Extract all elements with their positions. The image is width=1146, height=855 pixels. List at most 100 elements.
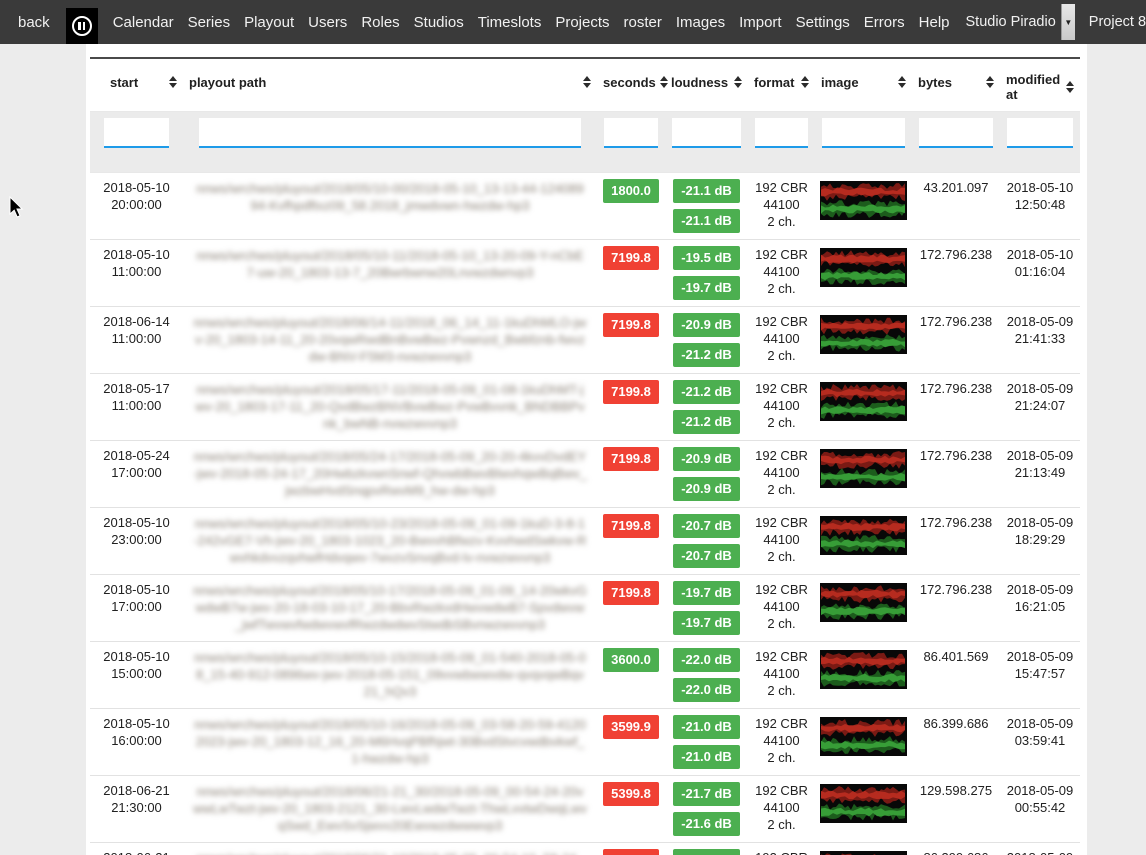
nav-item-roster[interactable]: roster: [624, 14, 662, 31]
waveform-thumbnail: [820, 650, 907, 689]
sort-icon[interactable]: [169, 72, 177, 92]
cell-modified-at: 2018-05-0921:41:33: [1000, 307, 1080, 374]
loudness-badge: -19.7 dB: [673, 276, 740, 300]
chevron-down-icon[interactable]: ▼: [1061, 4, 1075, 40]
loudness-badge: -21.0 dB: [673, 715, 740, 739]
blurred-path-text: nnws/wrchws/pluyout/2018/05/10-17/2018-0…: [185, 581, 595, 634]
blurred-path-text: nnws/wrchws/pluyout/2018/05/10-00/2018-0…: [185, 179, 595, 215]
column-header-image[interactable]: image: [815, 58, 912, 112]
nav-item-import[interactable]: Import: [739, 14, 782, 31]
waveform-thumbnail: [820, 449, 907, 488]
cell-modified-at: 2018-05-1001:16:04: [1000, 240, 1080, 307]
loudness-badge: -21.2 dB: [673, 343, 740, 367]
cell-modified-at: 2018-05-0921:24:07: [1000, 374, 1080, 441]
nav-item-images[interactable]: Images: [676, 14, 725, 31]
filter-input-loudness[interactable]: [672, 118, 741, 148]
cell-format: 192 CBR441002 ch.: [748, 441, 815, 508]
sort-icon[interactable]: [1066, 77, 1074, 97]
blurred-path-text: nnws/wrchws/pluyout/2018/05/17-11/2018-0…: [185, 380, 595, 433]
sort-icon[interactable]: [801, 72, 809, 92]
cell-seconds: 7199.8: [597, 441, 665, 508]
filter-input-image[interactable]: [822, 118, 905, 148]
cell-playout-path: nnws/wrchws/pluyout/2018/05/17-11/2018-0…: [183, 374, 597, 441]
cell-image: [815, 575, 912, 642]
sort-icon[interactable]: [734, 72, 742, 92]
column-header-modified[interactable]: modified at: [1000, 58, 1080, 112]
table-header-row: startplayout path seconds loudness formatim…: [90, 58, 1080, 112]
sort-icon[interactable]: [660, 72, 668, 92]
table-row: 2018-05-1023:00:00nnws/wrchws/pluyout/20…: [90, 508, 1080, 575]
nav-item-users[interactable]: Users: [308, 14, 347, 31]
loudness-badge: -20.7 dB: [673, 514, 740, 538]
filter-input-bytes[interactable]: [919, 118, 993, 148]
loudness-badge: -22.0 dB: [673, 648, 740, 672]
waveform-thumbnail: [820, 382, 907, 421]
nav-item-roles[interactable]: Roles: [361, 14, 399, 31]
nav-item-series[interactable]: Series: [188, 14, 231, 31]
column-header-seconds[interactable]: seconds: [597, 58, 665, 112]
filter-input-path[interactable]: [199, 118, 581, 148]
sort-icon[interactable]: [986, 72, 994, 92]
cell-seconds: 7199.8: [597, 374, 665, 441]
cell-start: 2018-05-1011:00:00: [90, 240, 183, 307]
nav-item-studios[interactable]: Studios: [414, 14, 464, 31]
piradio-logo-icon[interactable]: [66, 8, 98, 44]
nav-item-calendar[interactable]: Calendar: [113, 14, 174, 31]
nav-items: Calendar Series Playout Users Roles Studios Ti…: [106, 14, 957, 31]
cell-loudness: -21.1 dB-21.1 dB: [665, 173, 748, 240]
column-header-path[interactable]: playout path: [183, 58, 597, 112]
blurred-path-text: nnws/wrchws/pluyout/2018/05/10-16/2018-0…: [185, 715, 595, 768]
waveform-thumbnail: [820, 717, 907, 756]
filter-input-seconds[interactable]: [604, 118, 658, 148]
cell-seconds: 3599.9: [597, 709, 665, 776]
project-select[interactable]: Project 88vier ▼: [1089, 4, 1146, 40]
cell-start: 2018-05-1015:00:00: [90, 642, 183, 709]
column-label: seconds: [603, 75, 656, 90]
cell-image: [815, 240, 912, 307]
back-button[interactable]: back: [18, 14, 50, 31]
cell-format: 192 CBR441002 ch.: [748, 173, 815, 240]
cell-image: [815, 776, 912, 843]
cell-bytes: 172.796.238: [912, 508, 1000, 575]
column-header-format[interactable]: format: [748, 58, 815, 112]
nav-item-timeslots[interactable]: Timeslots: [478, 14, 542, 31]
nav-item-settings[interactable]: Settings: [796, 14, 850, 31]
cell-start: 2018-06-2121:30:00: [90, 776, 183, 843]
studio-select[interactable]: Studio Piradio ▼: [966, 4, 1075, 40]
cell-format: 192 CBR441002 ch.: [748, 776, 815, 843]
cell-playout-path: nnws/wrchws/pluyout/2018/06/14-11/2018_0…: [183, 307, 597, 374]
cell-seconds: 1800.0: [597, 173, 665, 240]
column-header-loudness[interactable]: loudness: [665, 58, 748, 112]
table-row: 2018-05-2417:00:00nnws/wrchws/pluyout/20…: [90, 441, 1080, 508]
left-page-gutter: [0, 44, 86, 855]
waveform-thumbnail: [820, 583, 907, 622]
cell-bytes: 172.796.238: [912, 441, 1000, 508]
sort-icon[interactable]: [898, 72, 906, 92]
waveform-thumbnail: [820, 248, 907, 287]
loudness-badge: -19.7 dB: [673, 849, 740, 855]
cell-loudness: -22.0 dB-22.0 dB: [665, 642, 748, 709]
cell-modified-at: 2018-05-0921:13:49: [1000, 441, 1080, 508]
column-label: loudness: [671, 75, 728, 90]
nav-item-help[interactable]: Help: [919, 14, 950, 31]
cell-modified-at: 2018-05-1012:50:48: [1000, 173, 1080, 240]
cell-playout-path: nnws/wrchws/pluyout/2018/05/10-15/2018-0…: [183, 642, 597, 709]
cell-loudness: -20.9 dB-21.2 dB: [665, 307, 748, 374]
nav-item-playout[interactable]: Playout: [244, 14, 294, 31]
blurred-path-text: nnws/wrchws/pluyout/2018/06/21-21_30/201…: [185, 782, 595, 835]
cell-format: 192 CBR441002 ch.: [748, 843, 815, 855]
column-header-start[interactable]: start: [90, 58, 183, 112]
nav-item-errors[interactable]: Errors: [864, 14, 905, 31]
nav-item-projects[interactable]: Projects: [555, 14, 609, 31]
cell-format: 192 CBR441002 ch.: [748, 240, 815, 307]
cell-loudness: -19.7 dB-19.4 dB: [665, 843, 748, 855]
cell-start: 2018-05-1020:00:00: [90, 173, 183, 240]
filter-input-start[interactable]: [104, 118, 169, 148]
column-header-bytes[interactable]: bytes: [912, 58, 1000, 112]
sort-icon[interactable]: [583, 72, 591, 92]
filter-input-modified[interactable]: [1007, 118, 1073, 148]
filter-input-format[interactable]: [755, 118, 808, 148]
blurred-path-text: nnws/wrchws/pluyout/2018/06/21-10/2018-0…: [185, 849, 595, 855]
cell-playout-path: nnws/wrchws/pluyout/2018/05/10-11/2018-0…: [183, 240, 597, 307]
blurred-path-text: nnws/wrchws/pluyout/2018/06/14-11/2018_0…: [185, 313, 595, 366]
